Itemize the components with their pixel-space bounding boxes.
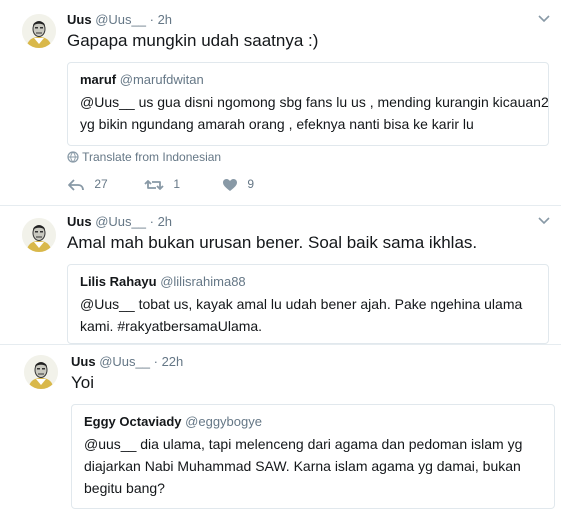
- avatar-drawing: [22, 218, 56, 252]
- quoted-tweet[interactable]: Lilis Rahayu @lilisrahima88 @Uus__ tobat…: [67, 264, 549, 344]
- quoted-tweet[interactable]: Eggy Octaviady @eggybogye @uus__ dia ula…: [71, 404, 555, 509]
- display-name[interactable]: Uus: [71, 354, 96, 369]
- reply-count: 27: [94, 177, 108, 191]
- retweet-icon: [144, 179, 164, 190]
- chevron-down-icon[interactable]: [537, 12, 551, 26]
- retweet-button[interactable]: 1: [144, 177, 180, 192]
- avatar[interactable]: [24, 355, 58, 389]
- timestamp[interactable]: 22h: [162, 354, 184, 369]
- timestamp[interactable]: 2h: [158, 214, 172, 229]
- quoted-text-line: @uus__ dia ulama, tapi melenceng dari ag…: [84, 436, 523, 452]
- reply-icon: [68, 179, 84, 191]
- tweet-header: Uus @Uus__ · 22h: [71, 354, 183, 369]
- avatar[interactable]: [22, 218, 56, 252]
- quoted-header: Lilis Rahayu @lilisrahima88: [80, 274, 246, 289]
- tweet-text: Gapapa mungkin udah saatnya :): [67, 31, 319, 50]
- tweet-1[interactable]: Uus @Uus__ · 2h Gapapa mungkin udah saat…: [0, 0, 561, 205]
- quoted-handle: @marufdwitan: [119, 72, 204, 87]
- tweet-header: Uus @Uus__ · 2h: [67, 12, 172, 27]
- quoted-handle: @eggybogye: [185, 414, 262, 429]
- retweet-count: 1: [173, 177, 181, 191]
- quoted-header: Eggy Octaviady @eggybogye: [84, 414, 262, 429]
- timestamp[interactable]: 2h: [158, 12, 172, 27]
- display-name[interactable]: Uus: [67, 214, 92, 229]
- avatar-drawing: [22, 14, 56, 48]
- quoted-text-line: yg bikin ngundang amarah orang , efeknya…: [80, 116, 474, 132]
- separator-dot: ·: [149, 214, 154, 229]
- tweet-text: Amal mah bukan urusan bener. Soal baik s…: [67, 233, 478, 252]
- translate-label: Translate from Indonesian: [82, 150, 222, 164]
- chevron-down-icon[interactable]: [537, 214, 551, 228]
- like-count: 9: [247, 177, 255, 191]
- quoted-handle: @lilisrahima88: [160, 274, 246, 289]
- separator-dot: ·: [153, 354, 158, 369]
- user-handle[interactable]: @Uus__: [99, 354, 150, 369]
- like-icon: [223, 178, 237, 191]
- avatar-drawing: [24, 355, 58, 389]
- avatar[interactable]: [22, 14, 56, 48]
- tweet-3[interactable]: Uus @Uus__ · 22h Yoi Eggy Octaviady @egg…: [0, 345, 561, 510]
- quoted-display-name: maruf: [80, 72, 117, 87]
- user-handle[interactable]: @Uus__: [95, 12, 146, 27]
- quoted-display-name: Lilis Rahayu: [80, 274, 157, 289]
- like-button[interactable]: 9: [222, 177, 254, 192]
- reply-button[interactable]: 27: [67, 177, 108, 192]
- separator-dot: ·: [149, 12, 154, 27]
- quoted-text-line: @Uus__ tobat us, kayak amal lu udah bene…: [80, 296, 523, 312]
- quoted-text-line: @Uus__ us gua disni ngomong sbg fans lu …: [80, 94, 549, 110]
- quoted-text-line: kami. #rakyatbersamaUlama.: [80, 318, 263, 334]
- globe-icon: [67, 151, 79, 163]
- quoted-display-name: Eggy Octaviady: [84, 414, 182, 429]
- quoted-text-line: diajarkan Nabi Muhammad SAW. Karna islam…: [84, 458, 521, 474]
- tweet-header: Uus @Uus__ · 2h: [67, 214, 172, 229]
- display-name[interactable]: Uus: [67, 12, 92, 27]
- quoted-text-line: begitu bang?: [84, 480, 165, 496]
- tweet-text: Yoi: [71, 373, 95, 392]
- user-handle[interactable]: @Uus__: [95, 214, 146, 229]
- quoted-tweet[interactable]: maruf @marufdwitan @Uus__ us gua disni n…: [67, 62, 549, 146]
- translate-link[interactable]: Translate from Indonesian: [67, 150, 221, 164]
- quoted-header: maruf @marufdwitan: [80, 72, 204, 87]
- tweet-2[interactable]: Uus @Uus__ · 2h Amal mah bukan urusan be…: [0, 206, 561, 344]
